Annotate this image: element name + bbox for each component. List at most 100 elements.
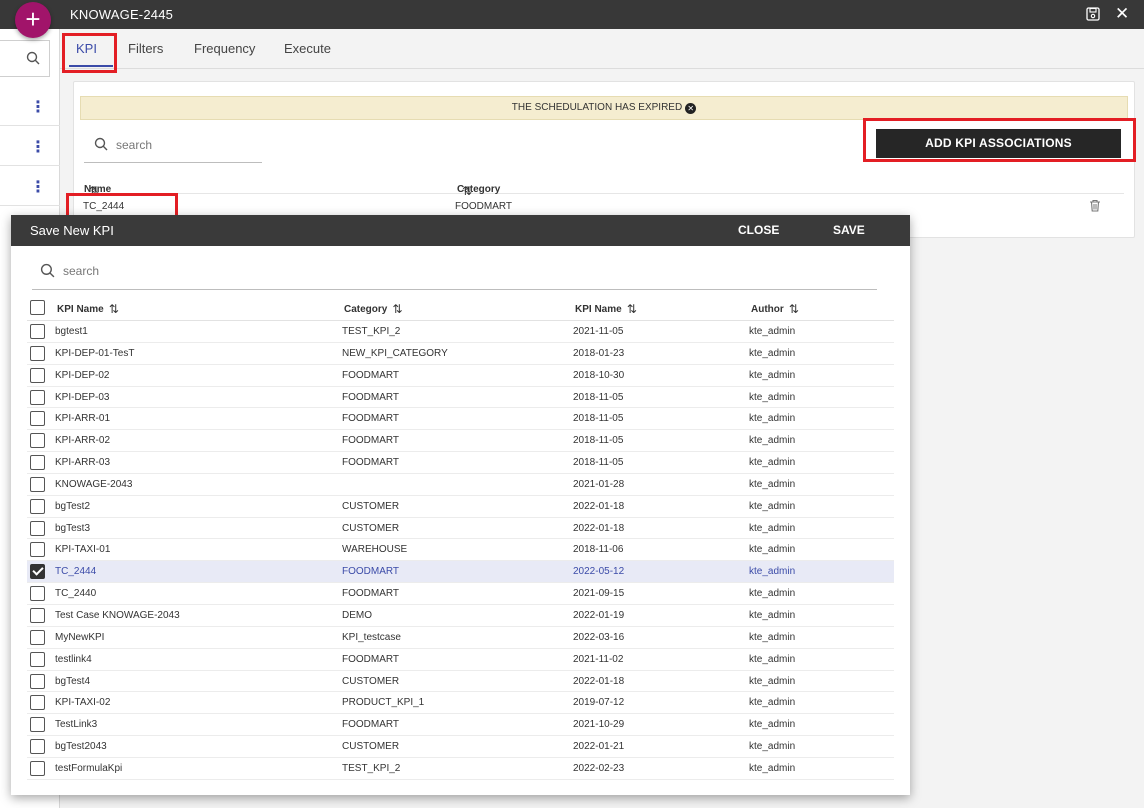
col-category-header[interactable]: Category ⇅ (344, 302, 402, 316)
table-row[interactable]: bgTest3 CUSTOMER 2022-01-18 kte_admin (27, 518, 894, 540)
kpi-date-cell: 2022-01-19 (573, 609, 625, 621)
row-checkbox[interactable] (30, 476, 45, 492)
row-checkbox[interactable] (30, 520, 45, 536)
table-row[interactable]: KPI-DEP-03 FOODMART 2018-11-05 kte_admin (27, 387, 894, 409)
kpi-category-cell: WAREHOUSE (342, 544, 408, 556)
close-circle-icon[interactable]: ✕ (685, 103, 697, 114)
kpi-date-cell: 2022-01-18 (573, 522, 625, 534)
kpi-category-cell: FOODMART (455, 201, 513, 212)
row-checkbox[interactable] (30, 367, 45, 383)
row-checkbox[interactable] (30, 433, 45, 449)
kebab-icon[interactable]: ⋮ (30, 140, 46, 156)
kpi-category-cell: FOODMART (342, 653, 400, 665)
kpi-date-cell: 2021-10-29 (573, 719, 625, 731)
kpi-name-cell: bgtest1 (55, 326, 88, 337)
table-row[interactable]: KPI-DEP-01-TesT NEW_KPI_CATEGORY 2018-01-2… (27, 343, 894, 365)
sidebar-list-item[interactable]: ⋮ (0, 170, 60, 206)
row-checkbox[interactable] (30, 717, 45, 733)
trash-icon[interactable] (1089, 199, 1101, 212)
table-row[interactable]: KPI-DEP-02 FOODMART 2018-10-30 kte_admin (27, 365, 894, 387)
table-row[interactable]: KPI-ARR-01 FOODMART 2018-11-05 kte_admin (27, 408, 894, 431)
tab-frequency[interactable]: Frequency (194, 41, 255, 56)
kpi-author-cell: kte_admin (749, 631, 796, 643)
row-checkbox[interactable] (30, 324, 45, 339)
table-row[interactable]: bgTest2 CUSTOMER 2022-01-18 kte_admin (27, 496, 894, 518)
row-checkbox[interactable] (30, 498, 45, 514)
expired-banner: THE SCHEDULATION HAS EXPIRED ✕ (80, 96, 1128, 120)
kpi-name-cell: Test Case KNOWAGE-2043 (55, 609, 180, 621)
row-checkbox[interactable] (30, 345, 45, 361)
col-author-header[interactable]: Author ⇅ (751, 302, 799, 316)
kpi-name-cell: KPI-TAXI-02 (55, 697, 111, 709)
kebab-icon[interactable]: ⋮ (30, 180, 46, 196)
col-date-header[interactable]: KPI Name ⇅ (575, 302, 637, 316)
kpi-category-cell: CUSTOMER (342, 522, 400, 534)
table-row[interactable]: bgTest2043 CUSTOMER 2022-01-21 kte_admin (27, 736, 894, 758)
tab-filters[interactable]: Filters (128, 41, 163, 56)
kpi-date-cell: 2018-11-05 (573, 457, 624, 469)
table-row[interactable]: KPI-ARR-03 FOODMART 2018-11-05 kte_admin (27, 452, 894, 474)
table-row[interactable]: KPI-ARR-02 FOODMART 2018-11-05 kte_admin (27, 430, 894, 453)
kpi-category-cell: TEST_KPI_2 (342, 326, 401, 337)
table-row[interactable]: TC_2440 FOODMART 2021-09-15 kte_admin (27, 583, 894, 605)
kpi-date-cell: 2022-01-18 (573, 500, 625, 512)
table-row[interactable]: KNOWAGE-2043 2021-01-28 kte_admin (27, 474, 894, 496)
table-row[interactable]: testlink4 FOODMART 2021-11-02 kte_admin (27, 649, 894, 671)
select-all-checkbox[interactable] (30, 300, 45, 315)
sidebar-list-item[interactable]: ⋮ (0, 90, 60, 126)
sort-icon[interactable]: ⇅ (627, 302, 637, 316)
add-fab-button[interactable]: + (15, 2, 51, 38)
table-row[interactable]: Test Case KNOWAGE-2043 DEMO 2022-01-19 kte_… (27, 605, 894, 627)
table-row[interactable]: TestLink3 FOODMART 2021-10-29 kte_admin (27, 714, 894, 737)
row-checkbox[interactable] (30, 564, 45, 580)
row-checkbox[interactable] (30, 607, 45, 623)
kpi-date-cell: 2022-01-18 (573, 675, 625, 687)
row-checkbox[interactable] (30, 673, 45, 689)
dialog-search-input[interactable]: search (32, 255, 877, 290)
kpi-date-cell: 2018-11-05 (573, 391, 624, 403)
sort-icon[interactable]: ⇅ (789, 302, 799, 316)
tab-execute[interactable]: Execute (284, 41, 331, 56)
row-checkbox[interactable] (30, 411, 45, 427)
close-button[interactable]: CLOSE (738, 223, 779, 237)
row-checkbox[interactable] (30, 739, 45, 755)
sidebar-search-button[interactable] (0, 40, 50, 77)
kpi-category-cell: FOODMART (342, 391, 400, 403)
table-row[interactable]: bgtest1 TEST_KPI_2 2021-11-05 kte_admin (27, 321, 894, 343)
sort-icon[interactable]: ⇅ (392, 302, 402, 316)
window-titlebar: KNOWAGE-2445 ✕ (60, 0, 1144, 29)
row-checkbox[interactable] (30, 586, 45, 602)
row-checkbox[interactable] (30, 542, 45, 558)
sort-icon[interactable]: ⇅ (109, 302, 119, 316)
kpi-name-cell: testlink4 (55, 653, 92, 665)
row-checkbox[interactable] (30, 455, 45, 471)
kpi-author-cell: kte_admin (749, 566, 796, 578)
row-checkbox[interactable] (30, 629, 45, 645)
table-row[interactable]: KPI-TAXI-01 WAREHOUSE 2018-11-06 kte_admin (27, 539, 894, 562)
table-row[interactable]: bgTest4 CUSTOMER 2022-01-18 kte_admin (27, 671, 894, 693)
col-kpi-name-header[interactable]: KPI Name ⇅ (57, 302, 119, 316)
kebab-icon[interactable]: ⋮ (30, 100, 46, 116)
kpi-author-cell: kte_admin (749, 391, 796, 403)
save-button[interactable]: SAVE (833, 223, 865, 237)
table-row[interactable]: testFormulaKpi TEST_KPI_2 2022-02-23 kte_ad… (27, 758, 894, 780)
kpi-search-input[interactable]: search (84, 126, 262, 163)
sidebar-list-item[interactable]: ⋮ (0, 130, 60, 166)
floppy-icon[interactable] (1086, 7, 1100, 21)
table-row[interactable]: KPI-TAXI-02 PRODUCT_KPI_1 2019-07-12 kte_ad… (27, 692, 894, 715)
kpi-date-cell: 2018-01-23 (573, 347, 625, 359)
kpi-date-cell: 2018-11-05 (573, 413, 624, 425)
save-new-kpi-dialog: Save New KPI CLOSE SAVE search KPI Name ⇅… (11, 215, 910, 795)
kpi-name-cell: KPI-DEP-02 (55, 369, 110, 381)
row-checkbox[interactable] (30, 389, 45, 405)
kpi-author-cell: kte_admin (749, 413, 796, 425)
close-icon[interactable]: ✕ (1115, 5, 1129, 22)
row-checkbox[interactable] (30, 695, 45, 711)
row-checkbox[interactable] (30, 760, 45, 776)
table-row[interactable]: TC_2444 FOODMART 2022-05-12 kte_admin (27, 561, 894, 584)
kpi-author-cell: kte_admin (749, 478, 796, 490)
row-checkbox[interactable] (30, 651, 45, 667)
table-row[interactable]: MyNewKPI KPI_testcase 2022-03-16 kte_admin (27, 627, 894, 649)
kpi-category-cell: NEW_KPI_CATEGORY (342, 347, 448, 359)
kpi-name-cell: KPI-DEP-03 (55, 391, 110, 403)
